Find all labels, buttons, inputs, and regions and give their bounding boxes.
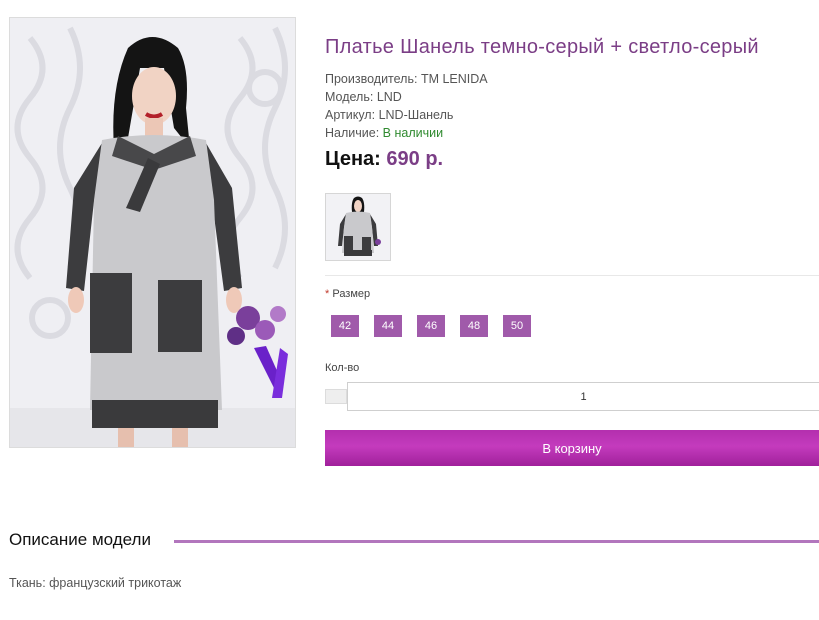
- size-option-50[interactable]: 50: [503, 315, 531, 337]
- add-to-cart-button[interactable]: В корзину: [325, 430, 819, 466]
- thumbnail-illustration: [326, 194, 390, 260]
- sku-value: LND-Шанель: [378, 108, 454, 122]
- size-option-48[interactable]: 48: [460, 315, 488, 337]
- required-mark: *: [325, 288, 330, 300]
- size-options: 42 44 46 48 50: [331, 315, 531, 337]
- price-value: 690 р.: [386, 148, 444, 170]
- quantity-label: Кол-во: [325, 362, 360, 374]
- quantity-input[interactable]: [347, 382, 819, 411]
- size-option-42[interactable]: 42: [331, 315, 359, 337]
- model-label: Модель:: [325, 90, 374, 104]
- product-photo-illustration: [10, 18, 295, 447]
- description-text: Ткань: французский трикотаж: [9, 576, 182, 590]
- size-option-44[interactable]: 44: [374, 315, 402, 337]
- availability-row: Наличие: В наличии: [325, 124, 488, 142]
- manufacturer-value: TM LENIDA: [420, 72, 488, 86]
- model-row: Модель: LND: [325, 88, 488, 106]
- model-value: LND: [376, 90, 402, 104]
- product-info: Производитель: TM LENIDA Модель: LND Арт…: [325, 70, 488, 142]
- product-thumbnail[interactable]: [325, 193, 391, 261]
- divider: [325, 275, 819, 276]
- description-heading: Описание модели: [9, 530, 151, 549]
- price-label: Цена:: [325, 148, 381, 170]
- size-option-46[interactable]: 46: [417, 315, 445, 337]
- availability-label: Наличие:: [325, 126, 380, 140]
- sku-label: Артикул:: [325, 108, 376, 122]
- quantity-decrement-button[interactable]: [325, 389, 347, 404]
- size-label: * Размер: [325, 288, 370, 300]
- sku-row: Артикул: LND-Шанель: [325, 106, 488, 124]
- product-title: Платье Шанель темно-серый + светло-серый: [325, 36, 759, 58]
- availability-status: В наличии: [382, 126, 444, 140]
- size-label-text: Размер: [332, 288, 371, 300]
- description-divider: [174, 540, 819, 543]
- price: Цена: 690 р.: [325, 148, 443, 171]
- manufacturer-row: Производитель: TM LENIDA: [325, 70, 488, 88]
- manufacturer-label: Производитель:: [325, 72, 418, 86]
- product-main-image[interactable]: [9, 17, 296, 448]
